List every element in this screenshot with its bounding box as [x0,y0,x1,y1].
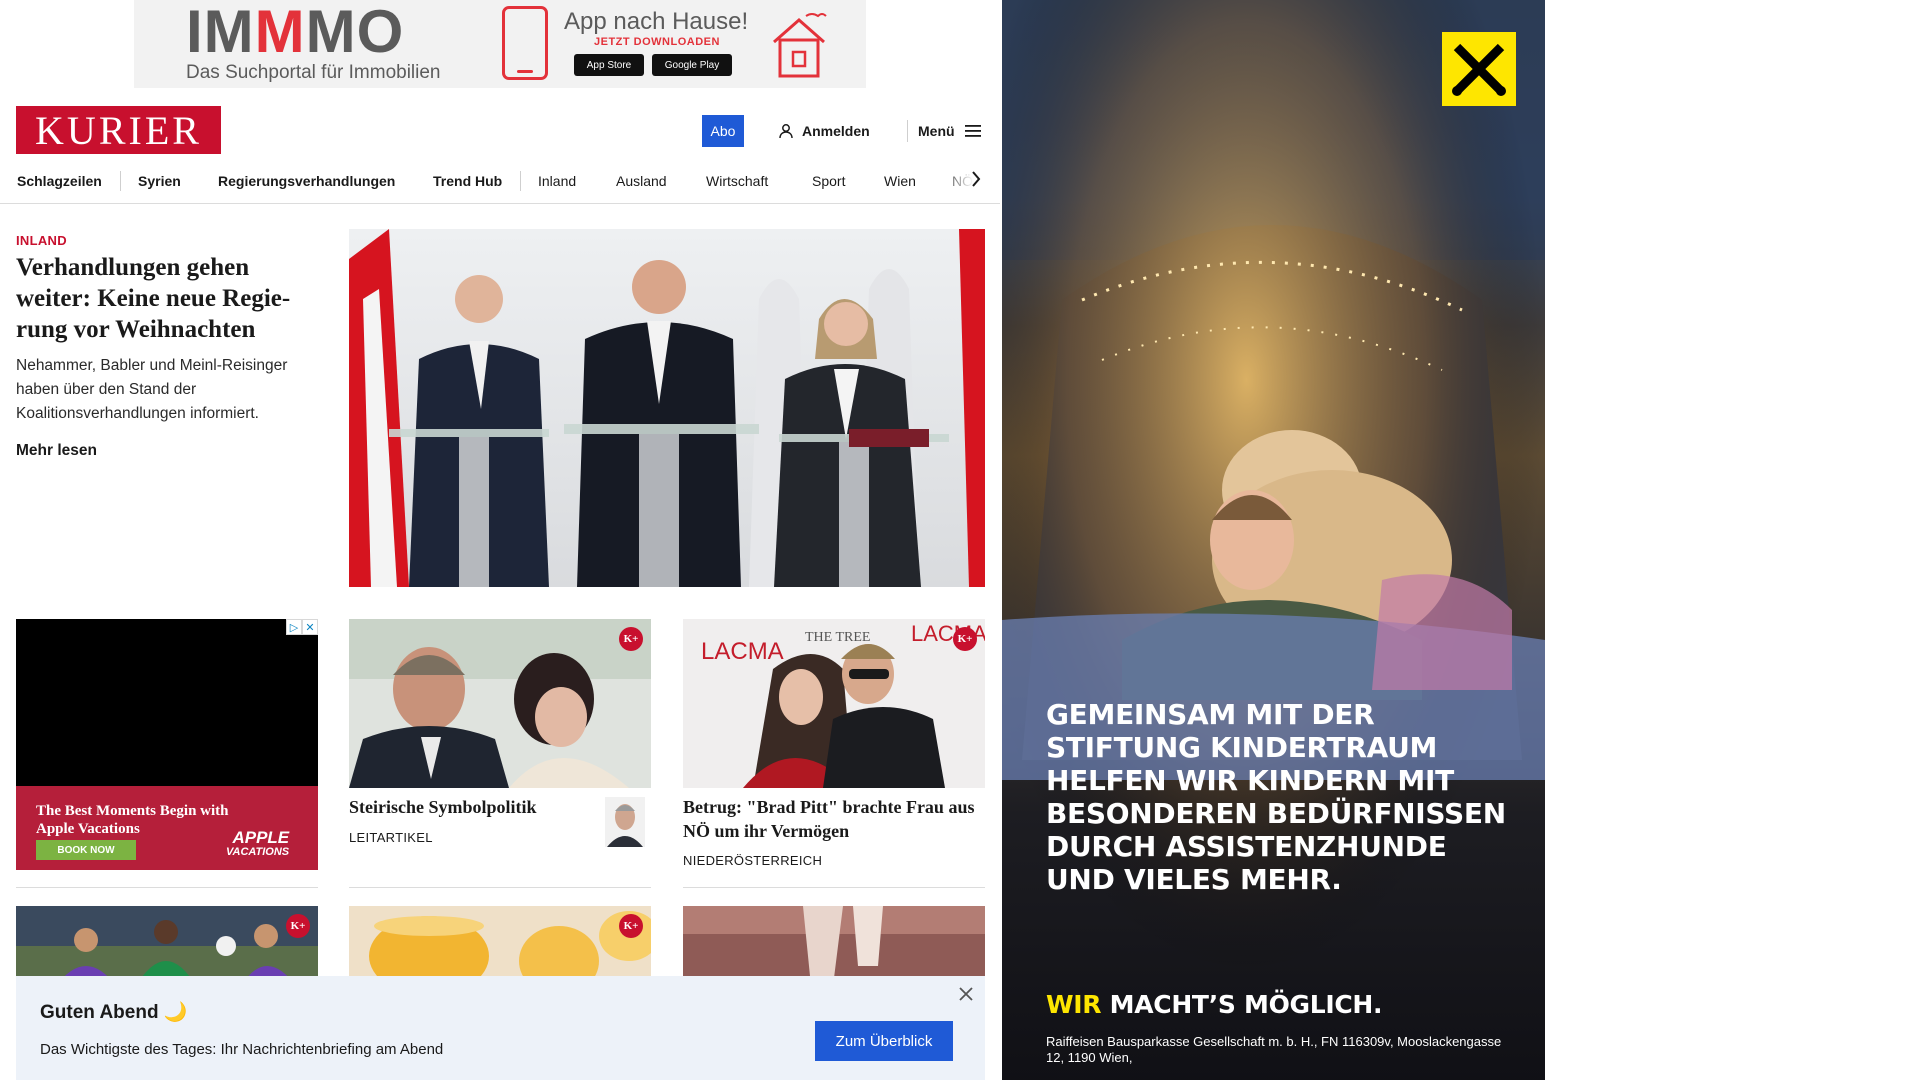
honey-photo [349,906,651,986]
raiffeisen-logo [1442,32,1516,106]
ad-cta: JETZT DOWNLOADEN [594,36,720,48]
card-image-football[interactable]: K+ [16,906,318,986]
header-divider [907,120,908,142]
main-nav: Schlagzeilen Syrien Regierungsverhandlun… [0,160,1000,204]
lead-kicker[interactable]: INLAND [16,233,67,248]
briefing-title: Guten Abend 🌙 [40,1002,188,1023]
user-icon [779,124,793,139]
card-image-third[interactable] [683,906,985,986]
row-divider [349,887,651,888]
politician-photo [349,619,651,788]
row-divider [683,887,985,888]
celebrity-photo: LACMA LACMA THE TREE [683,619,985,788]
adchoices[interactable]: ▷ ✕ [286,619,318,635]
hamburger-icon [964,125,981,137]
close-ad-icon[interactable]: ✕ [302,619,318,635]
close-banner-button[interactable] [956,984,976,1004]
football-photo [16,906,318,986]
briefing-text: Das Wichtigste des Tages: Ihr Nachrichte… [40,1041,444,1058]
ad-headline: App nach Hause! [564,8,749,35]
side-ad-legal: Raiffeisen Bausparkasse Gesellschaft m. … [1046,1034,1502,1065]
raiffeisen-side-ad[interactable]: GEMEINSAM MIT DER STIFTUNG KINDERTRAUM H… [1002,0,1545,1080]
side-ad-claim: WIR MACHT’S MÖGLICH. [1046,990,1383,1019]
nav-scroll-right-button[interactable] [968,166,984,192]
read-more-link[interactable]: Mehr lesen [16,442,97,460]
nav-item-regierungsverhandlungen[interactable]: Regierungsverhandlungen [218,170,395,192]
card-kicker-leitartikel[interactable]: LEITARTIKEL [349,830,433,845]
raiffeisen-gable-cross-icon [1452,43,1506,96]
immmo-brand: IMMMO Das Suchportal für Immobilien [134,0,441,84]
card-title-brad-pitt[interactable]: Betrug: "Brad Pitt" brachte Frau aus NÖ … [683,795,985,843]
svg-text:LACMA: LACMA [701,638,784,665]
nav-item-wien[interactable]: Wien [884,170,916,192]
card-image-steirische[interactable]: K+ [349,619,651,788]
kurier-logo[interactable]: KURIER [16,106,221,154]
nav-item-inland[interactable]: Inland [538,170,576,192]
close-icon [959,987,973,1001]
press-conference-photo [349,229,985,587]
nav-divider [520,171,521,191]
nav-item-wirtschaft[interactable]: Wirtschaft [706,170,768,192]
author-avatar [605,797,645,847]
chevron-right-icon [972,171,981,187]
login-button[interactable]: Anmelden [778,120,870,142]
card-kicker-niederoesterreich[interactable]: NIEDERÖSTERREICH [683,853,822,868]
immmo-logo: IMMMO [186,0,405,65]
evening-briefing-banner: Guten Abend 🌙 Das Wichtigste des Tages: … [16,976,985,1080]
adchoices-icon[interactable]: ▷ [286,619,302,635]
apple-ad-headline: The Best Moments Begin with Apple Vacati… [36,803,229,837]
premium-badge: K+ [619,627,643,651]
premium-badge: K+ [286,914,310,938]
card-title-steirische[interactable]: Steirische Symbolpolitik [349,795,589,819]
nav-item-ausland[interactable]: Ausland [616,170,667,192]
nav-item-sport[interactable]: Sport [812,170,845,192]
top-banner-ad[interactable]: IMMMO Das Suchportal für Immobilien App … [134,0,866,88]
svg-text:THE TREE: THE TREE [805,630,870,645]
nav-item-schlagzeilen[interactable]: Schlagzeilen [17,170,102,192]
nav-item-trend-hub[interactable]: Trend Hub [433,170,502,192]
row-divider [16,887,318,888]
card-image-brad-pitt[interactable]: LACMA LACMA THE TREE K+ [683,619,985,788]
event-photo [683,906,985,986]
google-play-badge[interactable]: Google Play [652,54,732,76]
premium-badge: K+ [953,627,977,651]
nav-divider [120,171,121,191]
lead-teaser: Nehammer, Babler und Meinl-Reisinger hab… [16,357,288,422]
lead-headline[interactable]: Verhandlungen gehen weiter: Keine neue R… [16,252,316,345]
house-icon [773,13,827,78]
overview-button[interactable]: Zum Überblick [815,1021,953,1061]
apple-vacations-ad[interactable]: ▷ ✕ The Best Moments Begin with Apple Va… [16,619,318,870]
menu-button[interactable]: Menü [918,120,981,142]
book-now-button[interactable]: BOOK NOW [36,840,136,860]
nav-item-syrien[interactable]: Syrien [138,170,181,192]
card-image-honey[interactable]: K+ [349,906,651,986]
premium-badge: K+ [619,914,643,938]
phone-icon [502,6,548,80]
apple-ad-banner: The Best Moments Begin with Apple Vacati… [16,786,318,870]
app-store-badge[interactable]: App Store [574,54,644,76]
immmo-subline: Das Suchportal für Immobilien [186,62,441,83]
side-ad-headline: GEMEINSAM MIT DER STIFTUNG KINDERTRAUM H… [1046,698,1506,896]
login-label: Anmelden [802,123,870,139]
apple-vacations-logo: APPLE VACATIONS [226,828,290,858]
tent-dog-child-photo [1002,0,1545,1080]
lead-article-image[interactable] [349,229,985,587]
menu-label: Menü [918,123,955,139]
abo-button[interactable]: Abo [702,115,744,147]
